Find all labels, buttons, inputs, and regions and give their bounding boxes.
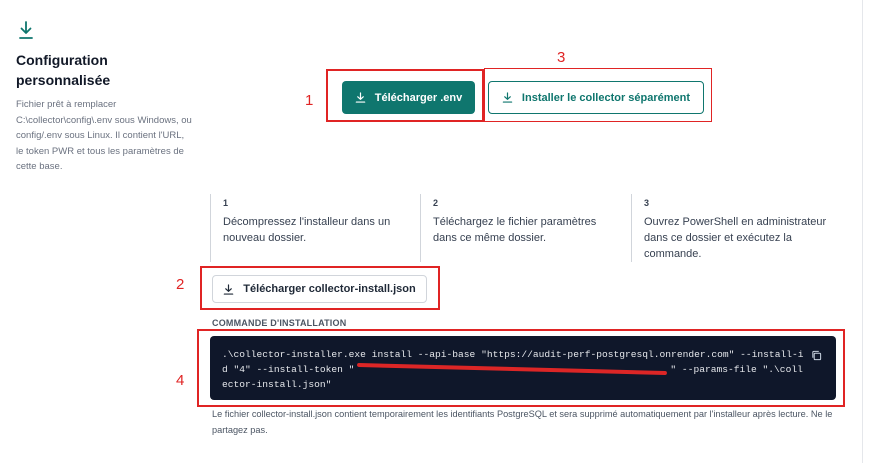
step-number: 2 bbox=[433, 198, 439, 208]
annotation-box-1 bbox=[326, 69, 484, 122]
annotation-box-4 bbox=[197, 329, 845, 407]
step-text: Ouvrez PowerShell en administrateur dans… bbox=[644, 216, 827, 260]
right-border bbox=[862, 0, 863, 463]
annotation-box-3 bbox=[484, 68, 712, 122]
download-icon bbox=[19, 21, 33, 39]
step-text: Décompressez l'installeur dans un nouvea… bbox=[223, 216, 391, 244]
section-description: Fichier prêt à remplacer C:\collector\co… bbox=[16, 99, 192, 172]
step-3: 3 Ouvrez PowerShell en administrateur da… bbox=[631, 194, 836, 262]
install-note: Le fichier collector-install.json contie… bbox=[212, 409, 833, 435]
annotation-number-1: 1 bbox=[305, 92, 314, 109]
install-command-label: COMMANDE D'INSTALLATION bbox=[212, 318, 347, 328]
annotation-number-3: 3 bbox=[557, 49, 566, 66]
annotation-number-2: 2 bbox=[176, 276, 185, 293]
annotation-box-2 bbox=[200, 266, 440, 310]
step-number: 3 bbox=[644, 198, 650, 208]
section-title: Configuration personnalisée bbox=[16, 52, 111, 88]
step-number: 1 bbox=[223, 198, 229, 208]
step-1: 1 Décompressez l'installeur dans un nouv… bbox=[210, 194, 410, 262]
annotation-number-4: 4 bbox=[176, 372, 185, 389]
step-2: 2 Téléchargez le fichier paramètres dans… bbox=[420, 194, 620, 262]
step-text: Téléchargez le fichier paramètres dans c… bbox=[433, 216, 597, 244]
